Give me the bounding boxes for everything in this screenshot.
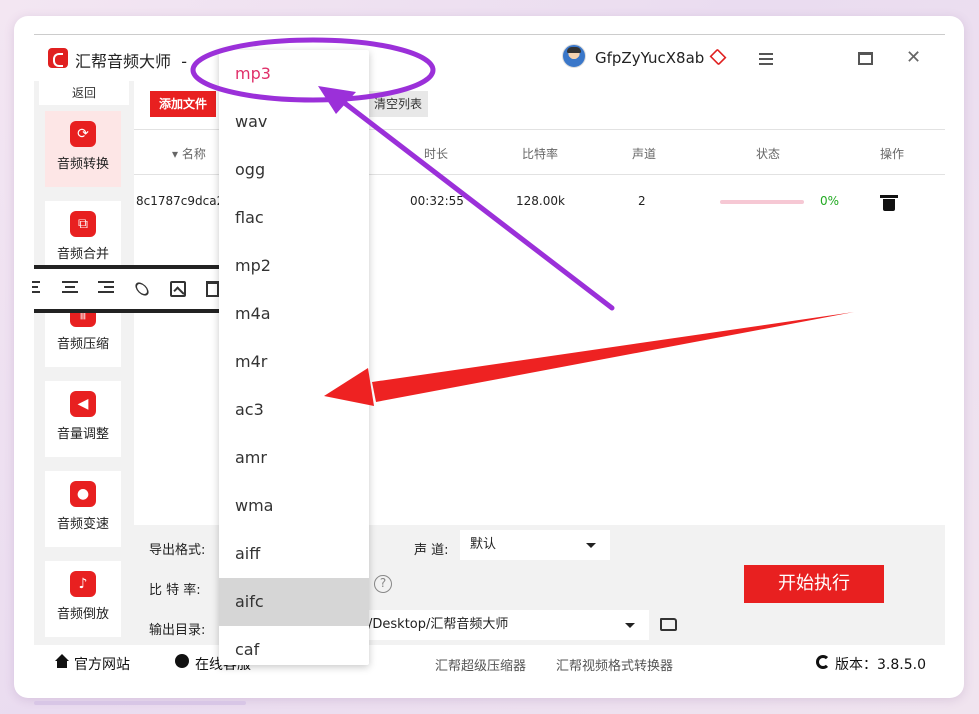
sidebar-item-label: 音频变速 xyxy=(56,517,109,532)
sidebar-item-label: 音频转换 xyxy=(56,157,109,172)
taskbar-glow xyxy=(34,701,246,705)
sidebar-item-label: 音频压缩 xyxy=(56,337,109,352)
format-option-ogg[interactable]: ogg xyxy=(219,146,369,194)
format-option-flac[interactable]: flac xyxy=(219,194,369,242)
app-logo-icon xyxy=(48,48,68,68)
format-option-caf[interactable]: caf xyxy=(219,626,369,665)
folder-icon[interactable] xyxy=(660,618,677,631)
compressor-link[interactable]: 汇帮超级压缩器 xyxy=(435,655,526,674)
format-option-wav[interactable]: wav xyxy=(219,98,369,146)
title-bar: 汇帮音频大师 - GfpZyYucX8ab ✕ xyxy=(34,35,945,81)
file-bitrate: 128.00k xyxy=(516,194,565,208)
back-button[interactable]: 返回 xyxy=(39,81,129,105)
column-header-bitrate: 比特率 xyxy=(522,147,559,161)
format-label: 导出格式: xyxy=(149,543,206,558)
chevron-down-icon xyxy=(625,623,635,628)
file-channels: 2 xyxy=(638,194,646,208)
format-option-mp3[interactable]: mp3 xyxy=(219,50,369,98)
link-icon[interactable] xyxy=(132,279,152,299)
audio-speed-icon: ● xyxy=(70,481,96,507)
align-right-icon[interactable] xyxy=(98,281,114,297)
audio-convert-icon: ⟳ xyxy=(70,121,96,147)
sidebar-item-label: 音频倒放 xyxy=(56,607,109,622)
column-header-name[interactable]: ▾ 名称 xyxy=(172,145,206,162)
clear-list-button[interactable]: 清空列表 xyxy=(364,91,428,117)
channel-label: 声 道: xyxy=(414,543,449,558)
format-option-m4a[interactable]: m4a xyxy=(219,290,369,338)
channel-select[interactable]: 默认 xyxy=(460,530,610,560)
vip-diamond-icon[interactable] xyxy=(709,48,727,66)
column-header-duration: 时长 xyxy=(424,147,449,161)
output-dir-label: 输出目录: xyxy=(149,623,206,638)
audio-merge-icon: ⧉ xyxy=(70,211,96,237)
delete-icon[interactable] xyxy=(206,281,219,297)
trash-icon[interactable] xyxy=(880,195,898,211)
format-option-amr[interactable]: amr xyxy=(219,434,369,482)
sidebar-item-audio-speed[interactable]: ● 音频变速 xyxy=(45,471,121,547)
app-window: 汇帮音频大师 - GfpZyYucX8ab ✕ 返回 ⟳ 音频转换 ⧉ 音频合并… xyxy=(32,34,945,679)
close-icon[interactable]: ✕ xyxy=(906,49,921,67)
home-icon xyxy=(54,654,70,668)
format-option-ac3[interactable]: ac3 xyxy=(219,386,369,434)
video-converter-link[interactable]: 汇帮视频格式转换器 xyxy=(556,655,673,674)
column-header-channels: 声道 xyxy=(632,147,657,161)
align-center-icon[interactable] xyxy=(62,281,78,297)
file-duration: 00:32:55 xyxy=(410,194,464,208)
column-header-action: 操作 xyxy=(880,147,905,161)
app-title: 汇帮音频大师 - xyxy=(75,52,187,71)
username[interactable]: GfpZyYucX8ab xyxy=(595,49,704,67)
image-icon[interactable] xyxy=(170,281,186,297)
audio-reverse-icon: ♪ xyxy=(70,571,96,597)
volume-adjust-icon: ◀ xyxy=(70,391,96,417)
file-name: 8c1787c9dca2 xyxy=(136,194,225,208)
help-icon[interactable]: ? xyxy=(374,575,392,593)
hamburger-menu-icon[interactable] xyxy=(759,53,773,65)
bitrate-label: 比 特 率: xyxy=(149,583,201,598)
progress-bar xyxy=(720,200,804,204)
user-avatar-icon[interactable] xyxy=(562,44,586,68)
refresh-icon[interactable] xyxy=(816,655,830,669)
format-dropdown[interactable]: mp3 wav ogg flac mp2 m4a m4r ac3 amr wma… xyxy=(219,50,369,665)
format-option-aiff[interactable]: aiff xyxy=(219,530,369,578)
sidebar: 返回 ⟳ 音频转换 ⧉ 音频合并 ⫼ 音频压缩 ◀ 音量调整 ● 音频变速 ♪ … xyxy=(34,81,134,645)
chevron-down-icon xyxy=(586,543,596,548)
support-icon xyxy=(175,654,189,668)
sidebar-item-volume-adjust[interactable]: ◀ 音量调整 xyxy=(45,381,121,457)
maximize-icon[interactable] xyxy=(858,52,873,65)
format-option-m4r[interactable]: m4r xyxy=(219,338,369,386)
sidebar-item-label: 音量调整 xyxy=(56,427,109,442)
sidebar-item-audio-convert[interactable]: ⟳ 音频转换 xyxy=(45,111,121,187)
add-file-button[interactable]: 添加文件 xyxy=(150,91,216,117)
format-option-mp2[interactable]: mp2 xyxy=(219,242,369,290)
format-option-wma[interactable]: wma xyxy=(219,482,369,530)
sidebar-item-label: 音频合并 xyxy=(56,247,109,262)
version-label: 版本：3.8.5.0 xyxy=(835,657,926,673)
sidebar-item-audio-reverse[interactable]: ♪ 音频倒放 xyxy=(45,561,121,637)
footer-bar: 官方网站 在线客服 汇帮超级压缩器 汇帮视频格式转换器 版本：3.8.5.0 xyxy=(34,645,945,679)
align-left-icon[interactable] xyxy=(32,281,40,297)
column-header-status: 状态 xyxy=(756,147,781,161)
format-option-aifc[interactable]: aifc xyxy=(219,578,369,626)
progress-percent: 0% xyxy=(820,194,840,208)
official-website-link[interactable]: 官方网站 xyxy=(74,654,130,674)
start-button[interactable]: 开始执行 xyxy=(744,565,884,603)
